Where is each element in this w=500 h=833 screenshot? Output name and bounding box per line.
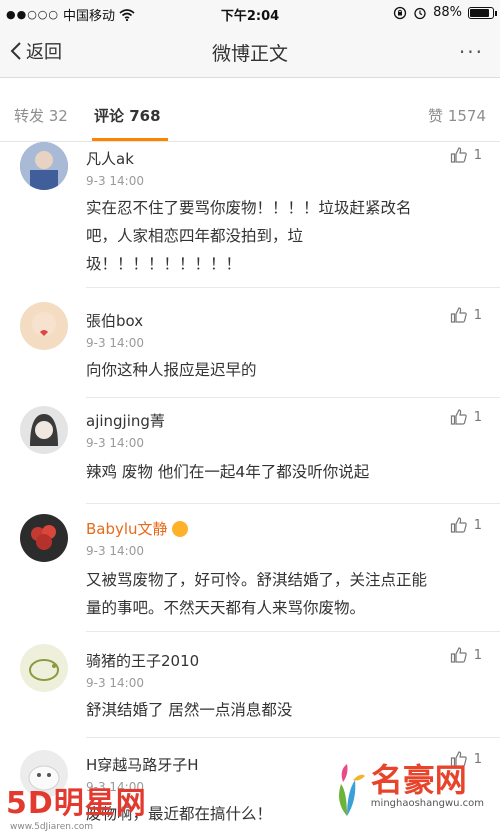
avatar[interactable] <box>20 514 68 562</box>
avatar[interactable] <box>20 644 68 692</box>
comment-author[interactable]: ajingjing菁 <box>86 410 165 431</box>
watermark-right-url: minghaoshangwu.com <box>370 798 484 809</box>
comment-list: 凡人ak 9-3 14:00 实在忍不住了要骂你废物！！！！垃圾赶紧改名 吧，人… <box>0 142 500 833</box>
tab-comments[interactable]: 评论 768 <box>94 105 161 126</box>
watermark-left: 5D明星网 www.5dJiaren.com <box>6 778 147 832</box>
avatar[interactable] <box>20 302 68 350</box>
like-count: 1 <box>473 307 482 323</box>
watermark-right: 名豪网 minghaoshangwu.com <box>327 762 484 818</box>
comment-item: 張伯box 9-3 14:00 向你这种人报应是迟早的 1 <box>0 288 500 398</box>
like-button[interactable]: 1 <box>450 306 482 324</box>
like-button[interactable]: 1 <box>450 646 482 664</box>
like-button[interactable]: 1 <box>450 408 482 426</box>
like-count: 1 <box>473 409 482 425</box>
comment-text-line: 量的事吧。不然天天都有人来骂你废物。 <box>86 599 366 617</box>
navigation-bar: 返回 微博正文 ··· <box>0 26 500 78</box>
status-bar: ●●○○○ 中国移动 下午2:04 88% <box>0 0 500 26</box>
alarm-icon <box>414 7 426 19</box>
comment-time: 9-3 14:00 <box>86 336 144 350</box>
avatar[interactable] <box>20 406 68 454</box>
thumbs-up-icon <box>450 409 467 425</box>
avatar-image <box>20 142 68 190</box>
status-right: 88% <box>393 5 497 20</box>
avatar-image <box>20 644 68 692</box>
tab-likes[interactable]: 赞 1574 <box>428 105 486 126</box>
comment-author[interactable]: 張伯box <box>86 310 143 331</box>
more-options-icon[interactable]: ··· <box>459 40 484 64</box>
active-tab-indicator <box>92 138 168 141</box>
page-title: 微博正文 <box>211 43 288 65</box>
comment-text-line: 圾！！！！！！！！！ <box>86 255 242 273</box>
comment-time: 9-3 14:00 <box>86 676 144 690</box>
avatar-image <box>20 514 68 562</box>
battery-icon <box>468 6 497 19</box>
comment-item: ajingjing菁 9-3 14:00 辣鸡 废物 他们在一起4年了都没听你说… <box>0 398 500 504</box>
battery-percent: 88% <box>433 5 462 20</box>
tab-bar: 转发 32 评论 768 赞 1574 <box>0 78 500 142</box>
avatar-image <box>20 302 68 350</box>
avatar[interactable] <box>20 142 68 190</box>
watermark-left-url: www.5dJiaren.com <box>10 822 94 832</box>
lock-rotation-icon <box>393 6 407 19</box>
like-button[interactable]: 1 <box>450 146 482 164</box>
like-count: 1 <box>473 647 482 663</box>
comment-author[interactable]: 凡人ak <box>86 148 134 169</box>
comment-text-line: 舒淇结婚了 居然一点消息都没 <box>86 701 293 719</box>
comment-text-line: 向你这种人报应是迟早的 <box>86 361 257 379</box>
comment-text-line: 实在忍不住了要骂你废物！！！！垃圾赶紧改名 <box>86 199 412 217</box>
comment-time: 9-3 14:00 <box>86 174 144 188</box>
comment-text-line: 辣鸡 废物 他们在一起4年了都没听你说起 <box>86 463 370 481</box>
comment-text: 又被骂废物了，好可怜。舒淇结婚了，关注点正能 量的事吧。不然天天都有人来骂你废物… <box>86 566 478 622</box>
watermark-right-logo: 名豪网 <box>370 761 467 799</box>
comment-time: 9-3 14:00 <box>86 544 144 558</box>
comment-item: 骑猪的王子2010 9-3 14:00 舒淇结婚了 居然一点消息都没 1 <box>0 632 500 738</box>
comment-author-name: Babylu文静 <box>86 520 168 538</box>
comment-time: 9-3 14:00 <box>86 436 144 450</box>
comment-item: Babylu文静 9-3 14:00 又被骂废物了，好可怜。舒淇结婚了，关注点正… <box>0 504 500 632</box>
battery-fill <box>470 8 490 17</box>
avatar-image <box>20 406 68 454</box>
comment-text-line: 吧，人家相恋四年都没拍到，垃 <box>86 227 304 245</box>
comment-text: 舒淇结婚了 居然一点消息都没 <box>86 696 478 724</box>
leaf-logo-icon <box>338 764 365 816</box>
like-count: 1 <box>473 517 482 533</box>
thumbs-up-icon <box>450 647 467 663</box>
comment-text: 向你这种人报应是迟早的 <box>86 356 478 384</box>
thumbs-up-icon <box>450 147 467 163</box>
comment-author[interactable]: Babylu文静 <box>86 518 188 539</box>
thumbs-up-icon <box>450 307 467 323</box>
comment-author[interactable]: H穿越马路牙子H <box>86 754 199 775</box>
tab-reposts[interactable]: 转发 32 <box>14 105 68 126</box>
comment-text-line: 又被骂废物了，好可怜。舒淇结婚了，关注点正能 <box>86 571 428 589</box>
watermark-left-logo: 5D明星网 <box>6 786 147 821</box>
like-count: 1 <box>473 147 482 163</box>
member-badge-icon <box>171 520 188 537</box>
thumbs-up-icon <box>450 517 467 533</box>
comment-author[interactable]: 骑猪的王子2010 <box>86 650 199 671</box>
comment-text: 辣鸡 废物 他们在一起4年了都没听你说起 <box>86 458 478 486</box>
comment-item: 凡人ak 9-3 14:00 实在忍不住了要骂你废物！！！！垃圾赶紧改名 吧，人… <box>0 142 500 288</box>
comment-text: 实在忍不住了要骂你废物！！！！垃圾赶紧改名 吧，人家相恋四年都没拍到，垃 圾！！… <box>86 194 478 278</box>
like-button[interactable]: 1 <box>450 516 482 534</box>
